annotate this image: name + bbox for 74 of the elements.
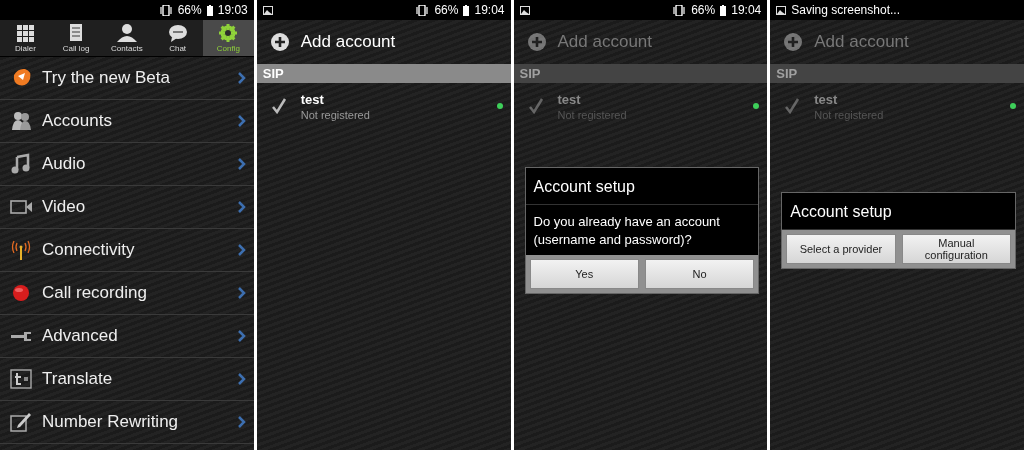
vibrate-icon [415, 4, 430, 16]
dialog-button[interactable]: No [644, 259, 755, 290]
plus-icon [784, 33, 803, 51]
checkmark-icon[interactable] [527, 98, 544, 114]
section-header: SIP [770, 64, 1024, 83]
add-account-button[interactable]: Add account [770, 20, 1024, 64]
chevron-icon [237, 158, 246, 170]
notification-text: Saving screenshot... [791, 3, 900, 17]
clock-time: 19:04 [474, 3, 505, 17]
people-icon [10, 110, 32, 132]
plus-icon [527, 33, 546, 51]
dialog-button[interactable]: Manual configuration [901, 234, 1011, 264]
chevron-icon [237, 373, 246, 385]
clock-time: 19:03 [217, 3, 248, 17]
image-icon [776, 5, 787, 15]
image-icon [262, 5, 273, 15]
checkmark-icon[interactable] [270, 98, 287, 114]
menu-item[interactable]: Number Rewriting [0, 401, 254, 444]
vibrate-icon [158, 4, 173, 16]
antenna-icon [10, 239, 32, 261]
chevron-icon [237, 416, 246, 428]
menu-item[interactable]: Call recording [0, 272, 254, 315]
image-icon [519, 5, 530, 15]
tab[interactable]: Contacts [101, 20, 153, 56]
clock-time: 19:04 [731, 3, 762, 17]
account-name: test [300, 91, 325, 107]
section-header: SIP [256, 64, 511, 83]
translate-icon [10, 368, 32, 390]
section-header: SIP [513, 64, 768, 83]
account-name: test [557, 91, 582, 107]
record-icon [10, 282, 32, 304]
battery-icon [206, 4, 213, 16]
tab[interactable]: Chat [152, 20, 203, 56]
gear-icon [217, 23, 240, 43]
battery-icon [463, 4, 470, 16]
dialog-message: Do you already have an account (username and password)? [532, 213, 721, 249]
menu-item[interactable]: Try the new Beta [0, 57, 254, 100]
add-account-button[interactable]: Add account [256, 20, 511, 64]
account-name: test [814, 91, 839, 107]
music-note-icon [10, 153, 32, 175]
battery-percent: 66% [691, 3, 716, 17]
account-status: Not registered [557, 108, 628, 121]
person-icon [115, 23, 138, 43]
chevron-icon [237, 330, 246, 342]
tab[interactable]: Dialer [0, 20, 51, 56]
chevron-icon [237, 287, 246, 299]
vibrate-icon [672, 4, 687, 16]
dialog-button[interactable]: Select a provider [786, 234, 896, 264]
battery-icon [720, 4, 727, 16]
account-row[interactable]: test Not registered [513, 83, 768, 129]
dialog-button[interactable]: Yes [529, 259, 639, 290]
plus-icon [270, 33, 289, 51]
chevron-icon [237, 72, 246, 84]
chevron-icon [237, 244, 246, 256]
battery-percent: 66% [177, 3, 202, 17]
menu-item[interactable]: Accounts [0, 100, 254, 143]
dialog-title: Account setup [525, 168, 759, 205]
menu-item[interactable]: Translate [0, 358, 254, 401]
menu-item[interactable]: Video [0, 186, 254, 229]
tab[interactable]: Config [203, 20, 254, 56]
grid-icon [14, 23, 37, 43]
pencil-icon [10, 411, 32, 433]
account-row[interactable]: test Not registered [256, 83, 511, 129]
menu-item[interactable]: Audio [0, 143, 254, 186]
add-account-button[interactable]: Add account [513, 20, 768, 64]
menu-item[interactable]: Advanced [0, 315, 254, 358]
checkmark-icon[interactable] [784, 98, 801, 114]
account-status: Not registered [300, 108, 371, 121]
chevron-icon [237, 115, 246, 127]
battery-percent: 66% [434, 3, 459, 17]
chevron-icon [237, 201, 246, 213]
menu-item[interactable]: Connectivity [0, 229, 254, 272]
chat-bubble-icon [166, 23, 189, 43]
tab[interactable]: Call log [50, 20, 102, 56]
